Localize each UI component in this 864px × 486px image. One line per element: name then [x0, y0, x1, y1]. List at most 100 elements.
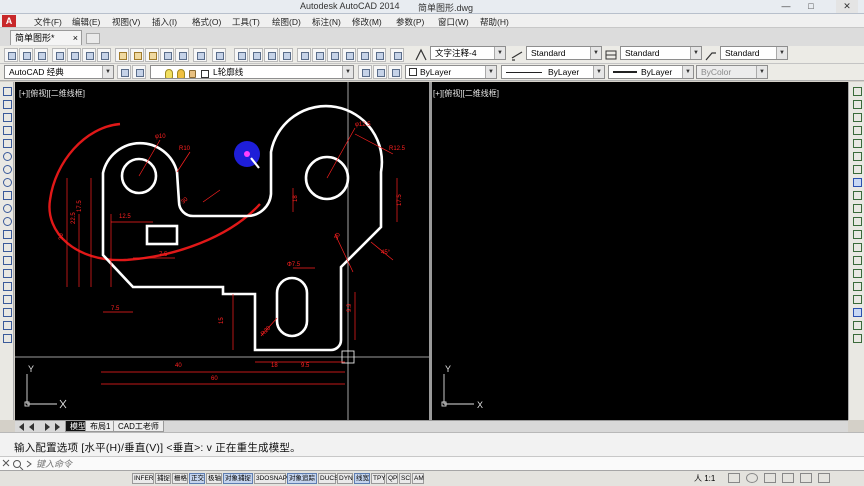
- status-toggle-3dosnap[interactable]: 3DOSNAP: [254, 473, 287, 484]
- undo-icon[interactable]: [193, 48, 207, 62]
- join-tool-icon[interactable]: [851, 255, 863, 265]
- new-file-icon[interactable]: [4, 48, 18, 62]
- pan-icon[interactable]: [234, 48, 248, 62]
- offset-tool-icon[interactable]: [851, 125, 863, 135]
- plot-style-select[interactable]: ByColor ▼: [696, 65, 768, 79]
- help-icon[interactable]: [390, 48, 404, 62]
- lineweight-select[interactable]: ByLayer ▼: [608, 65, 694, 79]
- clean-screen-icon[interactable]: [818, 473, 830, 483]
- menu-tools[interactable]: 工具(T): [232, 16, 260, 28]
- status-toggle-sc[interactable]: SC: [399, 473, 411, 484]
- menu-insert[interactable]: 插入(I): [152, 16, 177, 28]
- chamfer-tool-icon[interactable]: [851, 268, 863, 278]
- rotate-tool-icon[interactable]: [851, 164, 863, 174]
- block-editor-icon[interactable]: [175, 48, 189, 62]
- trim-tool-icon[interactable]: [851, 203, 863, 213]
- menu-edit[interactable]: 编辑(E): [72, 16, 100, 28]
- align-tool-icon[interactable]: [851, 333, 863, 343]
- make-current-layer-icon[interactable]: [358, 65, 372, 79]
- status-toggle-dyn[interactable]: DYN: [337, 473, 353, 484]
- layer-previous-icon[interactable]: [373, 65, 387, 79]
- mirror-tool-icon[interactable]: [851, 112, 863, 122]
- markup-icon[interactable]: [357, 48, 371, 62]
- move-tool-icon[interactable]: [851, 151, 863, 161]
- close-tab-icon[interactable]: ×: [73, 31, 78, 45]
- table-style-select[interactable]: Standard ▼: [620, 46, 702, 60]
- array-tool-icon[interactable]: [851, 138, 863, 148]
- stretch-tool-icon[interactable]: [851, 190, 863, 200]
- copy-icon[interactable]: [130, 48, 144, 62]
- new-tab-button[interactable]: [86, 33, 100, 44]
- color-select[interactable]: ByLayer ▼: [405, 65, 497, 79]
- status-toggle-qp[interactable]: QP: [386, 473, 398, 484]
- plot-preview-icon[interactable]: [67, 48, 81, 62]
- cut-icon[interactable]: [115, 48, 129, 62]
- revision-cloud-icon[interactable]: [1, 177, 13, 187]
- rectangle-tool-icon[interactable]: [1, 138, 13, 148]
- layer-select[interactable]: L轮廓线 ▼: [150, 65, 354, 79]
- status-toggle-infer[interactable]: INFER: [132, 473, 154, 484]
- workspace-switch-icon[interactable]: [728, 473, 740, 483]
- menu-window[interactable]: 窗口(W): [438, 16, 469, 28]
- mleader-style-select[interactable]: Standard ▼: [720, 46, 788, 60]
- status-toggle--[interactable]: 正交: [189, 473, 205, 484]
- plot-icon[interactable]: [52, 48, 66, 62]
- properties-icon[interactable]: [297, 48, 311, 62]
- match-properties-icon[interactable]: [160, 48, 174, 62]
- 3d-print-icon[interactable]: [97, 48, 111, 62]
- status-toggle-tpy[interactable]: TPY: [371, 473, 386, 484]
- model-space-canvas[interactable]: [+][俯视][二维线框] [+][俯视][二维线框] φ10 R10 φ12.…: [15, 82, 848, 420]
- document-tab[interactable]: 简单图形* ×: [10, 30, 82, 45]
- layer-states-icon[interactable]: [388, 65, 402, 79]
- insert-block-icon[interactable]: [1, 229, 13, 239]
- design-center-icon[interactable]: [312, 48, 326, 62]
- maximize-button[interactable]: □: [800, 0, 822, 13]
- status-toggle--[interactable]: 极轴: [206, 473, 222, 484]
- mtext-tool-icon[interactable]: [1, 320, 13, 330]
- menu-format[interactable]: 格式(O): [192, 16, 221, 28]
- quickcalc-icon[interactable]: [372, 48, 386, 62]
- arc-tool-icon[interactable]: [1, 151, 13, 161]
- status-toggle--[interactable]: 对象追踪: [287, 473, 317, 484]
- dim-style-select[interactable]: Standard ▼: [526, 46, 602, 60]
- layout-nav-arrows-icon[interactable]: [15, 422, 67, 432]
- tool-palettes-icon[interactable]: [327, 48, 341, 62]
- add-selected-icon[interactable]: [1, 333, 13, 343]
- copy-tool-icon[interactable]: [851, 99, 863, 109]
- status-toggle--[interactable]: 栅格: [172, 473, 188, 484]
- hatch-tool-icon[interactable]: [1, 268, 13, 278]
- polyline-tool-icon[interactable]: [1, 112, 13, 122]
- break-at-point-icon[interactable]: [851, 229, 863, 239]
- save-icon[interactable]: [34, 48, 48, 62]
- fillet-tool-icon[interactable]: [851, 281, 863, 291]
- zoom-window-icon[interactable]: [264, 48, 278, 62]
- workspace-select[interactable]: AutoCAD 经典 ▼: [4, 65, 114, 79]
- close-button[interactable]: ✕: [836, 0, 858, 13]
- blend-curves-icon[interactable]: [851, 294, 863, 304]
- table-tool-icon[interactable]: [1, 307, 13, 317]
- tab-layout1[interactable]: 布局1: [85, 421, 116, 432]
- line-tool-icon[interactable]: [1, 86, 13, 96]
- workspace-settings-icon[interactable]: [117, 65, 131, 79]
- spline-tool-icon[interactable]: [1, 190, 13, 200]
- lock-ui-icon[interactable]: [764, 473, 776, 483]
- zoom-previous-icon[interactable]: [279, 48, 293, 62]
- menu-parameter[interactable]: 参数(P): [396, 16, 424, 28]
- paste-icon[interactable]: [145, 48, 159, 62]
- publish-icon[interactable]: [82, 48, 96, 62]
- region-tool-icon[interactable]: [1, 294, 13, 304]
- command-input[interactable]: [36, 458, 856, 470]
- isolate-objects-icon[interactable]: [800, 473, 812, 483]
- explode-tool-icon[interactable]: [851, 307, 863, 317]
- linetype-select[interactable]: ByLayer ▼: [501, 65, 605, 79]
- hardware-acceleration-icon[interactable]: [782, 473, 794, 483]
- sheet-set-icon[interactable]: [342, 48, 356, 62]
- polygon-tool-icon[interactable]: [1, 125, 13, 135]
- ellipse-tool-icon[interactable]: [1, 203, 13, 213]
- layer-properties-icon[interactable]: [132, 65, 146, 79]
- status-toggle-ducs[interactable]: DUCS: [318, 473, 338, 484]
- menu-view[interactable]: 视图(V): [112, 16, 140, 28]
- menu-help[interactable]: 帮助(H): [480, 16, 509, 28]
- lengthen-tool-icon[interactable]: [851, 320, 863, 330]
- annotation-scale[interactable]: 人 1:1: [694, 473, 715, 484]
